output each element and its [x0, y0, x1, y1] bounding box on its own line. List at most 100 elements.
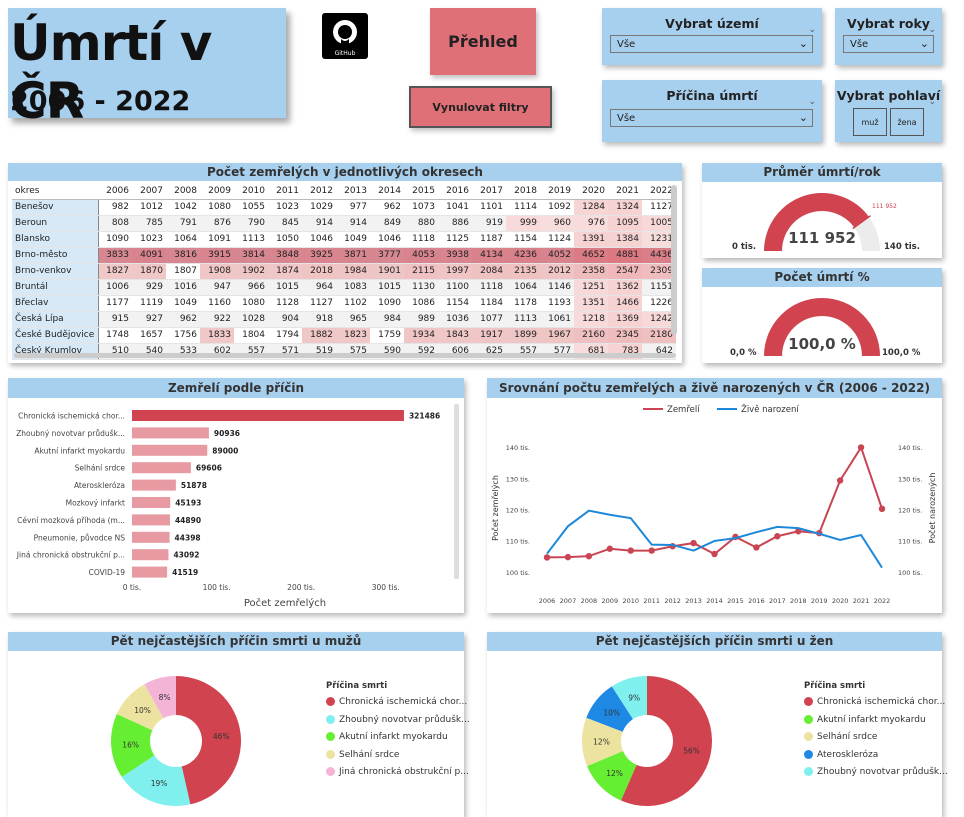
- death-count-cell: 1118: [472, 279, 506, 296]
- death-count-cell: 918: [302, 311, 336, 328]
- legend-label: Chronická ischemická chor...: [339, 697, 468, 707]
- death-count-cell: 1756: [166, 327, 200, 344]
- deaths-point[interactable]: [648, 547, 655, 554]
- column-header-year[interactable]: 2010: [234, 183, 268, 200]
- column-header-year[interactable]: 2020: [574, 183, 608, 200]
- table-row[interactable]: Brno-venkov 1827 1870 1807 1908 1902 1874 2018 1…: [12, 263, 676, 280]
- death-count-cell: 1101: [472, 199, 506, 216]
- y-tick-label-left: 140 tis.: [506, 444, 530, 452]
- legend-label: Zhoubný novotvar průdušk...: [339, 714, 470, 725]
- table-row[interactable]: Benešov 982 1012 1042 1080 1055 1023 1029 977 962…: [12, 199, 676, 216]
- bar[interactable]: [132, 444, 208, 456]
- donut-slice-label: 56%: [683, 746, 700, 755]
- bar[interactable]: [132, 514, 170, 526]
- column-header-year[interactable]: 2011: [268, 183, 302, 200]
- death-count-cell: 1023: [268, 199, 302, 216]
- deaths-point[interactable]: [564, 553, 572, 561]
- column-header-year[interactable]: 2006: [98, 183, 132, 200]
- death-count-cell: 4236: [506, 247, 540, 264]
- bar[interactable]: [132, 566, 168, 578]
- cause-dropdown[interactable]: Vše ⌄: [610, 109, 813, 127]
- deaths-point[interactable]: [711, 550, 718, 558]
- table-row[interactable]: Bruntál 1006 929 1016 947 966 1015 964 1083 1015 1…: [12, 279, 676, 296]
- death-count-cell: 1251: [574, 279, 608, 296]
- donut-slice-label: 10%: [134, 706, 151, 715]
- bar[interactable]: [132, 497, 171, 508]
- table-row[interactable]: Brno-město 3833 4091 3816 3915 3814 3848 3925 38…: [12, 247, 676, 264]
- table-row[interactable]: Česká Lípa 915 927 962 922 1028 904 918 965 984 98…: [12, 311, 676, 328]
- death-count-cell: 3814: [234, 247, 268, 264]
- deaths-point[interactable]: [774, 533, 781, 540]
- bar-value-label: 89000: [212, 446, 238, 455]
- deaths-point[interactable]: [543, 554, 551, 561]
- legend-item[interactable]: Chronická ischemická chor...: [804, 697, 945, 707]
- deaths-point[interactable]: [878, 505, 886, 513]
- years-dropdown[interactable]: Vše ⌄: [843, 35, 934, 53]
- deaths-point[interactable]: [606, 545, 614, 552]
- legend-item[interactable]: Selhání srdce: [326, 749, 399, 760]
- gender-female-button[interactable]: žena: [890, 108, 924, 136]
- legend-item[interactable]: Chronická ischemická chor...: [326, 697, 467, 707]
- bar[interactable]: [132, 549, 169, 561]
- legend-item[interactable]: Ateroskleróza: [804, 749, 878, 760]
- death-count-cell: 3816: [166, 247, 200, 264]
- bar[interactable]: [132, 531, 170, 543]
- table-row[interactable]: České Budějovice 1748 1657 1756 1833 1804 1794…: [12, 327, 676, 344]
- legend-item[interactable]: Akutní infarkt myokardu: [326, 732, 448, 742]
- column-header-year[interactable]: 2014: [370, 183, 404, 200]
- deaths-point[interactable]: [836, 477, 844, 484]
- death-count-cell: 966: [234, 279, 268, 296]
- table-horizontal-scrollbar[interactable]: [14, 353, 676, 358]
- column-header-year[interactable]: 2017: [472, 183, 506, 200]
- overview-button[interactable]: Přehled: [430, 8, 536, 75]
- legend-item[interactable]: Selhání srdce: [804, 732, 877, 742]
- github-logo-button[interactable]: GitHub: [322, 13, 368, 59]
- death-count-cell: 1086: [404, 295, 438, 312]
- legend-item[interactable]: Zhoubný novotvar průdušk...: [804, 767, 948, 777]
- reset-filters-button[interactable]: Vynulovat filtry: [409, 86, 552, 128]
- bar-category-label: Cévní mozková příhoda (m...: [17, 516, 125, 525]
- deaths-point[interactable]: [627, 547, 634, 554]
- table-row[interactable]: Blansko 1090 1023 1064 1091 1113 1050 1046 1049 1…: [12, 231, 676, 248]
- column-header-okres[interactable]: okres: [12, 183, 98, 200]
- chart-scrollbar[interactable]: [454, 404, 459, 579]
- legend-item[interactable]: Jiná chronická obstrukční p...: [326, 767, 469, 777]
- death-count-cell: 1384: [608, 231, 642, 248]
- table-row[interactable]: Břeclav 1177 1119 1049 1160 1080 1128 1127 1102 1…: [12, 295, 676, 312]
- bar-category-label: Jiná chronická obstrukční p...: [16, 551, 125, 560]
- bar[interactable]: [132, 479, 176, 491]
- territory-dropdown[interactable]: Vše ⌄: [610, 35, 813, 53]
- legend-item[interactable]: Zhoubný novotvar průdušk...: [326, 714, 470, 725]
- table-row[interactable]: Beroun 808 785 791 876 790 845 914 914 849 880 886 9…: [12, 215, 676, 232]
- x-tick-label: 2014: [706, 597, 723, 605]
- column-header-year[interactable]: 2018: [506, 183, 540, 200]
- deaths-point[interactable]: [690, 539, 697, 547]
- death-count-cell: 1049: [336, 231, 370, 248]
- death-count-cell: 1657: [132, 327, 166, 344]
- death-count-cell: 1114: [506, 199, 540, 216]
- legend-label: Akutní infarkt myokardu: [339, 732, 448, 742]
- column-header-year[interactable]: 2016: [438, 183, 472, 200]
- line-chart-title: Srovnání počtu zemřelých a živě narozený…: [487, 378, 942, 398]
- bar[interactable]: [132, 410, 404, 421]
- column-header-year[interactable]: 2012: [302, 183, 336, 200]
- column-header-year[interactable]: 2007: [132, 183, 166, 200]
- deaths-point[interactable]: [585, 552, 593, 560]
- table-vertical-scrollbar[interactable]: [671, 185, 677, 335]
- death-count-cell: 914: [302, 215, 336, 232]
- bar[interactable]: [132, 427, 209, 439]
- chevron-down-icon: ⌄: [808, 97, 816, 107]
- column-header-year[interactable]: 2013: [336, 183, 370, 200]
- column-header-year[interactable]: 2019: [540, 183, 574, 200]
- deaths-point[interactable]: [753, 544, 760, 551]
- death-count-cell: 1041: [438, 199, 472, 216]
- column-header-year[interactable]: 2015: [404, 183, 438, 200]
- column-header-year[interactable]: 2021: [608, 183, 642, 200]
- column-header-year[interactable]: 2009: [200, 183, 234, 200]
- bar[interactable]: [132, 462, 191, 474]
- legend-item[interactable]: Akutní infarkt myokardu: [804, 714, 926, 725]
- column-header-year[interactable]: 2008: [166, 183, 200, 200]
- gender-male-button[interactable]: muž: [853, 108, 887, 136]
- deaths-point[interactable]: [857, 444, 865, 451]
- death-count-cell: 1902: [234, 263, 268, 280]
